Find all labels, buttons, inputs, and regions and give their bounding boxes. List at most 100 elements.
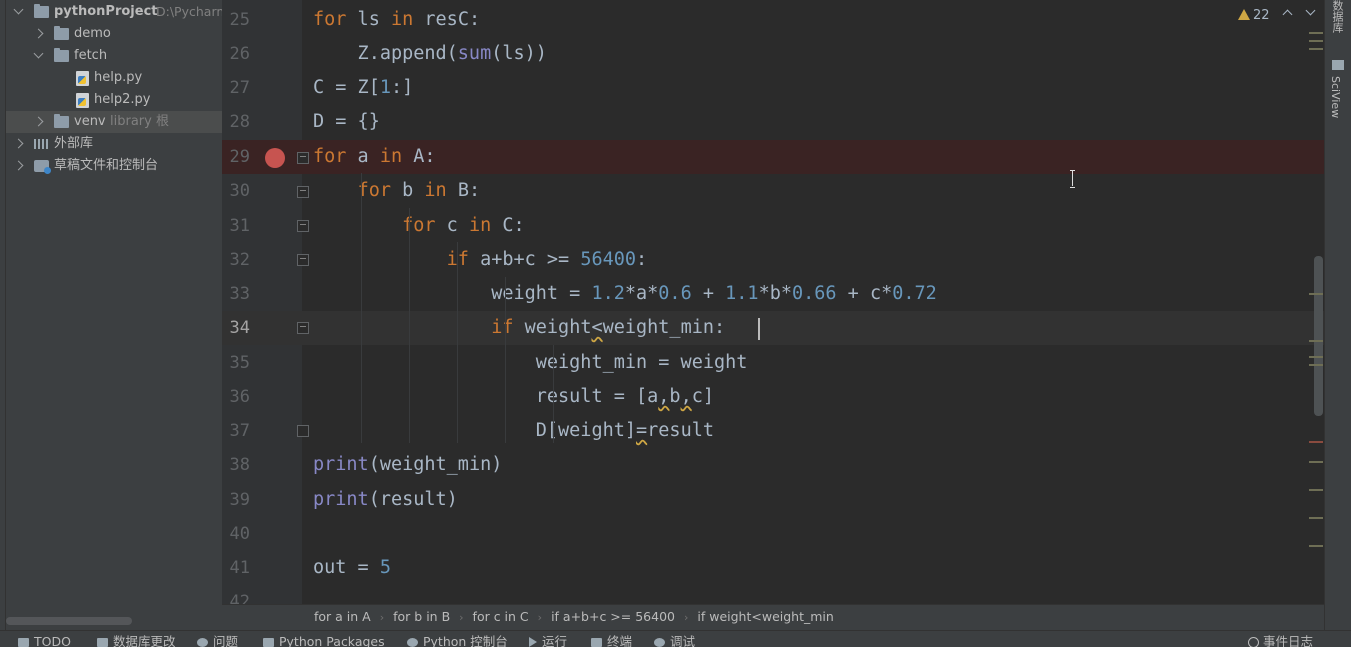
fold-icon[interactable] xyxy=(297,322,309,334)
breakpoint-icon[interactable] xyxy=(265,148,285,168)
tool-button-db-changes[interactable]: 数据库更改 xyxy=(97,631,176,647)
mouse-ibeam-cursor xyxy=(1070,170,1076,188)
indent-guide xyxy=(409,208,410,443)
fold-icon[interactable] xyxy=(297,152,309,164)
tool-button-todo[interactable]: TODO xyxy=(18,631,71,647)
tool-window-sciview[interactable]: SciView xyxy=(1329,76,1342,118)
code-editor[interactable]: 25 for ls in resC: 26 Z.append(sum(ls)) … xyxy=(222,0,1324,604)
tool-button-problems[interactable]: 问题 xyxy=(197,631,238,647)
scratch-icon xyxy=(34,160,51,174)
chevron-right-icon[interactable] xyxy=(16,161,26,171)
tree-item-help2-py[interactable]: help2.py xyxy=(6,89,222,111)
warning-count: 22 xyxy=(1253,8,1270,23)
fold-end-icon[interactable] xyxy=(297,425,309,437)
library-icon xyxy=(34,138,49,150)
breadcrumb-item[interactable]: if a+b+c >= 56400 xyxy=(551,605,675,629)
tool-button-terminal[interactable]: 终端 xyxy=(591,631,632,647)
breadcrumb-item[interactable]: for a in A xyxy=(314,605,371,629)
code-text: for b in B: xyxy=(357,180,481,201)
chevron-right-icon[interactable] xyxy=(36,29,46,39)
terminal-icon xyxy=(591,638,602,647)
stripe-marker[interactable] xyxy=(1309,364,1323,366)
tool-label: TODO xyxy=(34,634,71,647)
right-tool-strip: 数据库 SciView xyxy=(1324,0,1351,630)
project-root-path: D:\Pycharm xyxy=(156,4,222,19)
tool-button-run[interactable]: 运行 xyxy=(529,631,567,647)
code-line[interactable]: 26 Z.append(sum(ls)) xyxy=(222,34,1324,68)
play-icon xyxy=(529,637,537,647)
code-line[interactable]: 36 result = [a,b,c] xyxy=(222,377,1324,411)
problems-icon xyxy=(197,638,208,647)
code-line[interactable]: 30 for b in B: xyxy=(222,171,1324,205)
chevron-right-icon[interactable] xyxy=(36,117,46,127)
tree-item-label: help2.py xyxy=(94,92,151,107)
line-number: 34 xyxy=(229,318,250,338)
tree-item-demo[interactable]: demo xyxy=(6,23,222,45)
breadcrumb-item[interactable]: if weight<weight_min xyxy=(697,605,833,629)
debug-icon xyxy=(654,638,665,647)
code-line[interactable]: 32 if a+b+c >= 56400: xyxy=(222,240,1324,274)
chevron-down-icon[interactable] xyxy=(34,51,44,61)
tool-window-database[interactable]: 数据库 xyxy=(1329,0,1345,33)
code-line[interactable]: 27 C = Z[1:] xyxy=(222,68,1324,102)
packages-icon xyxy=(263,638,274,647)
stripe-marker[interactable] xyxy=(1309,461,1323,463)
fold-icon[interactable] xyxy=(297,254,309,266)
tree-item-venv[interactable]: venv library 根 xyxy=(6,111,222,133)
event-log-button[interactable]: 事件日志 xyxy=(1248,631,1313,647)
stripe-marker[interactable] xyxy=(1309,48,1323,50)
stripe-marker[interactable] xyxy=(1309,489,1323,491)
tool-button-python-packages[interactable]: Python Packages xyxy=(263,631,385,647)
tree-item-label: demo xyxy=(74,26,111,41)
code-line[interactable]: 38 print(weight_min) xyxy=(222,445,1324,479)
stripe-marker[interactable] xyxy=(1309,293,1323,295)
breadcrumb-item[interactable]: for c in C xyxy=(473,605,529,629)
chevron-right-icon: › xyxy=(459,611,464,624)
code-line-current[interactable]: 34 if weight<weight_min: xyxy=(222,311,1324,345)
database-icon xyxy=(97,638,108,647)
tree-item-help-py[interactable]: help.py xyxy=(6,67,222,89)
line-number: 28 xyxy=(229,112,250,132)
code-line[interactable]: 28 D = {} xyxy=(222,102,1324,136)
code-line[interactable]: 40 xyxy=(222,514,1324,548)
stripe-marker[interactable] xyxy=(1309,32,1323,34)
folder-icon xyxy=(54,114,69,128)
stripe-marker[interactable] xyxy=(1309,40,1323,42)
inspection-widget[interactable]: 22 xyxy=(1238,6,1270,26)
code-line[interactable]: 25 for ls in resC: xyxy=(222,0,1324,34)
indent-guide xyxy=(553,345,554,443)
tool-label: 运行 xyxy=(542,634,568,647)
chevron-right-icon[interactable] xyxy=(16,139,26,149)
python-file-icon xyxy=(76,71,89,86)
code-line[interactable]: 41 out = 5 xyxy=(222,548,1324,582)
code-line[interactable]: 33 weight = 1.2*a*0.6 + 1.1*b*0.66 + c*0… xyxy=(222,274,1324,308)
code-line-breakpoint[interactable]: 29 for a in A: xyxy=(222,140,1324,174)
stripe-marker[interactable] xyxy=(1309,545,1323,547)
tree-item-scratches[interactable]: 草稿文件和控制台 xyxy=(6,155,222,177)
tool-label: 终端 xyxy=(607,634,633,647)
stripe-marker[interactable] xyxy=(1309,517,1323,519)
stripe-marker[interactable] xyxy=(1309,340,1323,342)
text-caret xyxy=(758,318,760,340)
tool-button-python-console[interactable]: Python 控制台 xyxy=(407,631,508,647)
tree-item-fetch[interactable]: fetch xyxy=(6,45,222,67)
tree-item-external-libraries[interactable]: 外部库 xyxy=(6,133,222,155)
event-log-icon xyxy=(1248,637,1259,647)
fold-icon[interactable] xyxy=(297,186,309,198)
fold-icon[interactable] xyxy=(297,220,309,232)
code-text: D = {} xyxy=(313,111,380,132)
code-line[interactable]: 37 D[weight]=result xyxy=(222,411,1324,445)
code-line[interactable]: 31 for c in C: xyxy=(222,206,1324,240)
project-root-row[interactable]: pythonProject D:\Pycharm xyxy=(6,1,222,23)
code-line[interactable]: 39 print(result) xyxy=(222,480,1324,514)
chevron-right-icon: › xyxy=(537,611,543,624)
stripe-marker[interactable] xyxy=(1309,441,1323,443)
tool-button-debug[interactable]: 调试 xyxy=(654,631,695,647)
code-line[interactable]: 35 weight_min = weight xyxy=(222,343,1324,377)
breadcrumb-item[interactable]: for b in B xyxy=(393,605,450,629)
chevron-down-icon[interactable] xyxy=(14,7,24,17)
code-line[interactable]: 42 xyxy=(222,582,1324,604)
project-panel-scrollbar[interactable] xyxy=(6,617,132,625)
stripe-marker[interactable] xyxy=(1309,356,1323,358)
editor-scroll-thumb[interactable] xyxy=(1314,256,1323,416)
